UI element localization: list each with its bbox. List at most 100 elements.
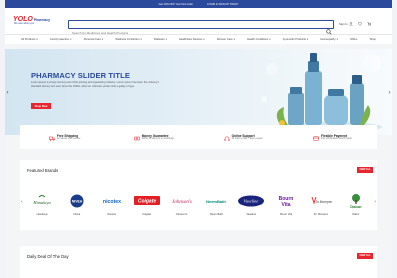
- nav-item-label: Shop: [369, 38, 376, 41]
- logo-word: Pharmacy: [33, 18, 51, 23]
- login-promo-text[interactable]: LOGIN & SIGN UP TODAY: [207, 3, 238, 6]
- promo-bar: Get 10% OFF Your First order LOGIN & SIG…: [5, 0, 392, 8]
- feature-text: Online Support 24 hours a day, 7 days a w…: [232, 134, 263, 140]
- brand-item[interactable]: Himalaya Himalaya: [27, 190, 57, 216]
- heart-icon: [357, 22, 362, 26]
- brands-prev-button[interactable]: ‹: [21, 199, 23, 205]
- cart-button[interactable]: [367, 22, 372, 26]
- nav-item-label: Ayurvedic Products: [282, 38, 306, 41]
- feature-subtitle: Get above your service: [56, 138, 81, 140]
- nav-item[interactable]: All Products ▾: [21, 38, 38, 41]
- feature-text: Flexible Payment Pay with Multiple Credit…: [321, 134, 352, 140]
- chevron-right-icon: ›: [388, 90, 391, 96]
- brand-logo: NeemBath: [201, 190, 231, 212]
- brand-logo: Dr.Morepen: [306, 190, 336, 212]
- shop-now-button[interactable]: Shop Now: [31, 103, 51, 109]
- chevron-down-icon: ▾: [203, 38, 205, 41]
- svg-text:Himalaya: Himalaya: [32, 200, 51, 205]
- brand-name: Dabur: [352, 213, 360, 216]
- chevron-down-icon: ▾: [306, 38, 309, 41]
- deal-view-all-button[interactable]: VIEW ALL: [357, 253, 373, 259]
- account-button[interactable]: Sign In: [339, 22, 353, 26]
- nav-item[interactable]: Personal Care ▾: [84, 38, 103, 41]
- daily-deal-title: Daily Deal Of The Day: [27, 254, 69, 259]
- brand-item[interactable]: Bourn Vita Bourn Vita: [271, 190, 301, 216]
- chevron-down-icon: ▾: [36, 38, 38, 41]
- promo-text[interactable]: Get 10% OFF Your First order: [159, 3, 193, 6]
- feature-subtitle: Within 30 days for an exchange: [141, 138, 174, 140]
- brand-item[interactable]: Colgate Colgate: [132, 190, 162, 216]
- svg-text:Johnson's: Johnson's: [172, 200, 192, 205]
- chevron-down-icon: ▾: [336, 38, 338, 41]
- nav-item-label: Covid protection: [49, 38, 70, 41]
- nav-item[interactable]: Offers: [350, 38, 357, 41]
- header-icons: Sign In: [339, 22, 372, 26]
- nav-item-label: Offers: [350, 38, 358, 41]
- brand-logo: Vaseline: [236, 190, 266, 212]
- logo[interactable]: YOLO Pharmacy We care about you: [13, 16, 61, 25]
- money-icon: [133, 128, 140, 146]
- svg-text:Dabur: Dabur: [350, 204, 362, 209]
- brand-name: Neem Bath: [209, 213, 223, 216]
- nav-item[interactable]: Women Care ▾: [217, 38, 235, 41]
- brand-name: Nicotex: [107, 213, 117, 216]
- brand-item[interactable]: Dr.Morepen Dr. Morepen: [306, 190, 336, 216]
- feature-text: Money Guarantee Within 30 days for an exc…: [142, 134, 174, 140]
- brand-item[interactable]: NIVEA Nivea: [62, 190, 92, 216]
- nav-item-label: Women Care: [216, 38, 233, 41]
- brand-name: Vaseline: [246, 213, 257, 216]
- brand-item[interactable]: Johnson's Johnson's: [167, 190, 197, 216]
- nav-item-label: Health Conditions: [247, 38, 269, 41]
- nav-item-label: All Products: [21, 38, 36, 41]
- hero-product-image: [261, 53, 382, 132]
- chevron-down-icon: ▾: [269, 38, 271, 41]
- wishlist-button[interactable]: [357, 22, 362, 26]
- search-input[interactable]: [69, 29, 319, 37]
- chevron-left-icon: ‹: [6, 90, 9, 96]
- slider-next-button[interactable]: ›: [387, 90, 392, 96]
- search-button[interactable]: [326, 22, 332, 35]
- hero-description: Lorem ipsum is simply dummy text of the …: [31, 81, 160, 88]
- feature-item: Money Guarantee Within 30 days for an exc…: [109, 128, 198, 146]
- brand-item[interactable]: Vaseline Vaseline: [236, 190, 266, 216]
- brand-item[interactable]: NeemBath Neem Bath: [201, 190, 231, 216]
- card-icon: [312, 128, 319, 146]
- feature-subtitle: Pay with Multiple Credit Cards: [320, 138, 352, 140]
- search-icon: [326, 29, 332, 35]
- user-icon: [348, 22, 353, 26]
- brand-name: Dr. Morepen: [313, 213, 329, 216]
- svg-text:Colgate: Colgate: [137, 199, 156, 205]
- nav-item[interactable]: Wellness & Nutrition ▾: [115, 38, 141, 41]
- feature-item: Online Support 24 hours a day, 7 days a w…: [199, 128, 288, 146]
- chevron-down-icon: ▾: [165, 38, 167, 41]
- nav-item[interactable]: Shop: [370, 38, 376, 41]
- account-label: Sign In: [339, 22, 348, 26]
- daily-deal-section: Daily Deal Of The Day VIEW ALL: [20, 246, 377, 278]
- brand-item[interactable]: nicotex Nicotex: [97, 190, 127, 216]
- nav-item[interactable]: Covid protection ▾: [50, 38, 72, 41]
- brand-carousel: Himalaya Himalaya NIVEA Nivea nicotex Nicotex…: [27, 190, 371, 216]
- brand-name: Himalaya: [36, 213, 48, 216]
- nav-item[interactable]: Diabetes ▾: [154, 38, 167, 41]
- feature-item: Flexible Payment Pay with Multiple Credit…: [288, 128, 377, 146]
- feature-item: Free Shipping Get above your service: [20, 128, 109, 146]
- nav-item[interactable]: Health Conditions ▾: [247, 38, 270, 41]
- brand-item[interactable]: Dabur Dabur: [341, 190, 371, 216]
- slider-prev-button[interactable]: ‹: [5, 90, 10, 96]
- featured-brands-section: Featured Brands VIEW ALL ‹ › Himalaya Him…: [20, 160, 377, 230]
- svg-text:Vaseline: Vaseline: [244, 199, 259, 204]
- cart-icon: [367, 22, 372, 26]
- nav-item[interactable]: Healthcare Devices ▾: [179, 38, 205, 41]
- hero-slider: PHARMACY SLIDER TITLE Lorem ipsum is sim…: [5, 49, 392, 135]
- nav-item-label: Diabetes: [153, 38, 165, 41]
- brands-view-all-button[interactable]: VIEW ALL: [357, 167, 373, 173]
- svg-text:Dr.Morepen: Dr.Morepen: [316, 200, 333, 204]
- svg-text:NIVEA: NIVEA: [72, 199, 83, 203]
- chevron-right-icon: ›: [374, 199, 376, 205]
- brands-next-button[interactable]: ›: [374, 199, 376, 205]
- nav-item[interactable]: Homeopathy ▾: [320, 38, 337, 41]
- nav-item[interactable]: Ayurvedic Products ▾: [283, 38, 308, 41]
- brand-name: Colgate: [142, 213, 152, 216]
- brand-logo: Dabur: [341, 190, 371, 212]
- hero-title: PHARMACY SLIDER TITLE: [31, 71, 130, 80]
